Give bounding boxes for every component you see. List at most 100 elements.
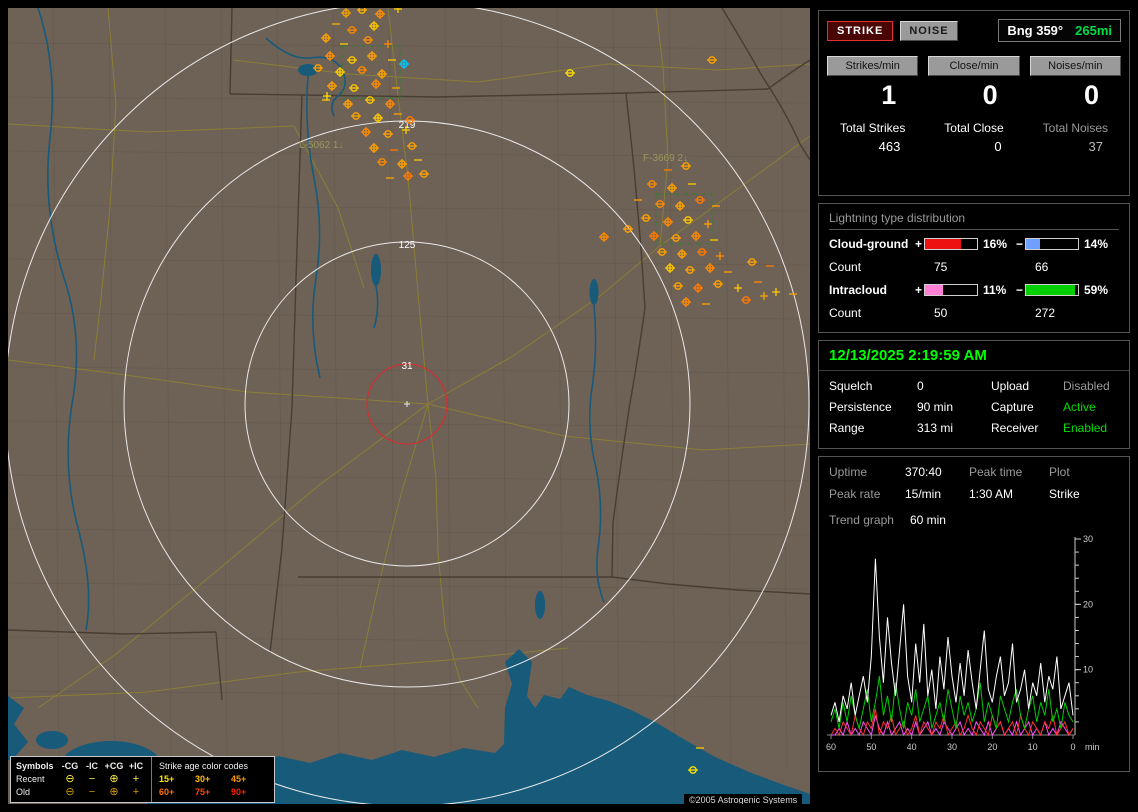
total-strikes: Total Strikes 463	[827, 121, 918, 154]
receiver-status: Enabled	[1063, 421, 1119, 435]
map-legend: Symbols -CG -IC +CG +IC Recent ⊖ − ⊕ + O…	[10, 756, 275, 803]
age-30: 30+	[195, 775, 231, 784]
trend-graph-label: Trend graph	[829, 513, 894, 527]
legend-header: +IC	[126, 762, 146, 771]
bearing-label: Bng 359°	[1007, 23, 1063, 38]
total-close-value: 0	[928, 139, 1019, 154]
pos-cg-icon: ⊕	[102, 774, 126, 785]
uptime-label: Uptime	[829, 465, 905, 479]
trend-chart: 1020306050403020100min	[823, 531, 1117, 767]
upload-label: Upload	[991, 379, 1063, 393]
svg-text:10: 10	[1028, 742, 1038, 752]
persistence-value: 90 min	[917, 400, 991, 414]
svg-text:F-3669 2↓: F-3669 2↓	[643, 153, 688, 164]
strikes-per-min-button[interactable]: Strikes/min	[827, 56, 918, 76]
strikes-per-min-value: 1	[827, 80, 918, 111]
ic-plus-count: 50	[924, 306, 978, 320]
legend-header: Symbols	[16, 762, 58, 771]
distribution-panel: Lightning type distribution Cloud-ground…	[818, 203, 1130, 333]
map-view[interactable]: 219 125 31 L-5062 1↓F-3669 2↓ Symbols -C…	[8, 8, 810, 804]
minus-sign: −	[1014, 283, 1025, 297]
age-legend: Strike age color codes 15+ 30+ 45+ 60+ 7…	[152, 757, 274, 802]
count-label: Count	[829, 260, 913, 274]
peak-rate-value: 15/min	[905, 487, 969, 501]
trend-panel: Uptime 370:40 Peak time Plot Peak rate 1…	[818, 456, 1130, 772]
plot-label: Plot	[1049, 465, 1119, 479]
ring-label-125: 125	[399, 240, 416, 251]
total-close: Total Close 0	[928, 121, 1019, 154]
counters-panel: STRIKE NOISE Bng 359° 265mi Strikes/min …	[818, 10, 1130, 196]
uptime-value: 370:40	[905, 465, 969, 479]
cg-plus-bar	[924, 238, 978, 250]
svg-text:40: 40	[907, 742, 917, 752]
ic-minus-count: 272	[1025, 306, 1079, 320]
svg-text:20: 20	[987, 742, 997, 752]
peak-rate-label: Peak rate	[829, 487, 905, 501]
legend-header: -CG	[58, 762, 82, 771]
age-45: 45+	[231, 775, 267, 784]
svg-text:min: min	[1085, 742, 1100, 752]
cg-minus-bar	[1025, 238, 1079, 250]
pos-ic-icon: +	[126, 774, 146, 785]
upload-status: Disabled	[1063, 379, 1119, 393]
status-panel: STRIKE NOISE Bng 359° 265mi Strikes/min …	[818, 10, 1130, 772]
neg-ic-icon: −	[82, 787, 102, 798]
persistence-label: Persistence	[829, 400, 917, 414]
squelch-value: 0	[917, 379, 991, 393]
noise-button[interactable]: NOISE	[900, 21, 957, 41]
capture-label: Capture	[991, 400, 1063, 414]
total-noises: Total Noises 37	[1030, 121, 1121, 154]
peak-time-value: 1:30 AM	[969, 487, 1049, 501]
intracloud-count-row: Count 50 272	[829, 303, 1119, 322]
svg-text:20: 20	[1083, 599, 1093, 609]
minus-sign: −	[1014, 237, 1025, 251]
strike-button[interactable]: STRIKE	[827, 21, 893, 41]
pos-cg-icon: ⊕	[102, 787, 126, 798]
age-legend-title: Strike age color codes	[159, 762, 267, 771]
cg-minus-pct: 14%	[1079, 237, 1119, 251]
svg-text:60: 60	[826, 742, 836, 752]
svg-text:L-5062 1↓: L-5062 1↓	[299, 140, 343, 151]
legend-header: +CG	[102, 762, 126, 771]
neg-cg-icon: ⊖	[58, 787, 82, 798]
age-15: 15+	[159, 775, 195, 784]
intracloud-row: Intracloud + 11% − 59%	[829, 280, 1119, 299]
noises-per-min-button[interactable]: Noises/min	[1030, 56, 1121, 76]
peak-time-label: Peak time	[969, 465, 1049, 479]
svg-text:30: 30	[947, 742, 957, 752]
total-noises-value: 37	[1030, 139, 1121, 154]
cloud-ground-count-row: Count 75 66	[829, 257, 1119, 276]
legend-old-label: Old	[16, 788, 58, 797]
bearing-distance: 265mi	[1075, 23, 1112, 38]
system-status-panel: 12/13/2025 2:19:59 AM Squelch 0 Upload D…	[818, 340, 1130, 449]
bearing-readout: Bng 359° 265mi	[998, 19, 1121, 42]
svg-text:30: 30	[1083, 534, 1093, 544]
ring-label-31: 31	[401, 361, 413, 372]
plus-sign: +	[913, 283, 924, 297]
noises-per-min-value: 0	[1030, 80, 1121, 111]
close-per-min-value: 0	[928, 80, 1019, 111]
cg-plus-count: 75	[924, 260, 978, 274]
range-label: Range	[829, 421, 917, 435]
capture-status: Active	[1063, 400, 1119, 414]
symbol-legend: Symbols -CG -IC +CG +IC Recent ⊖ − ⊕ + O…	[11, 757, 152, 802]
datetime-display: 12/13/2025 2:19:59 AM	[819, 341, 1129, 371]
plot-value: Strike	[1049, 487, 1119, 501]
pos-ic-icon: +	[126, 787, 146, 798]
ic-minus-bar	[1025, 284, 1079, 296]
total-strikes-label: Total Strikes	[827, 121, 918, 135]
total-close-label: Total Close	[928, 121, 1019, 135]
legend-recent-label: Recent	[16, 775, 58, 784]
trend-window-value: 60 min	[910, 513, 946, 527]
count-label: Count	[829, 306, 913, 320]
squelch-label: Squelch	[829, 379, 917, 393]
svg-text:0: 0	[1070, 742, 1075, 752]
cg-plus-pct: 16%	[978, 237, 1014, 251]
legend-header: -IC	[82, 762, 102, 771]
intracloud-label: Intracloud	[829, 283, 913, 297]
cloud-ground-label: Cloud-ground	[829, 237, 913, 251]
copyright-notice: ©2005 Astrogenic Systems	[684, 794, 802, 804]
map-canvas: 219 125 31 L-5062 1↓F-3669 2↓	[8, 8, 810, 804]
close-per-min-button[interactable]: Close/min	[928, 56, 1019, 76]
age-75: 75+	[195, 788, 231, 797]
